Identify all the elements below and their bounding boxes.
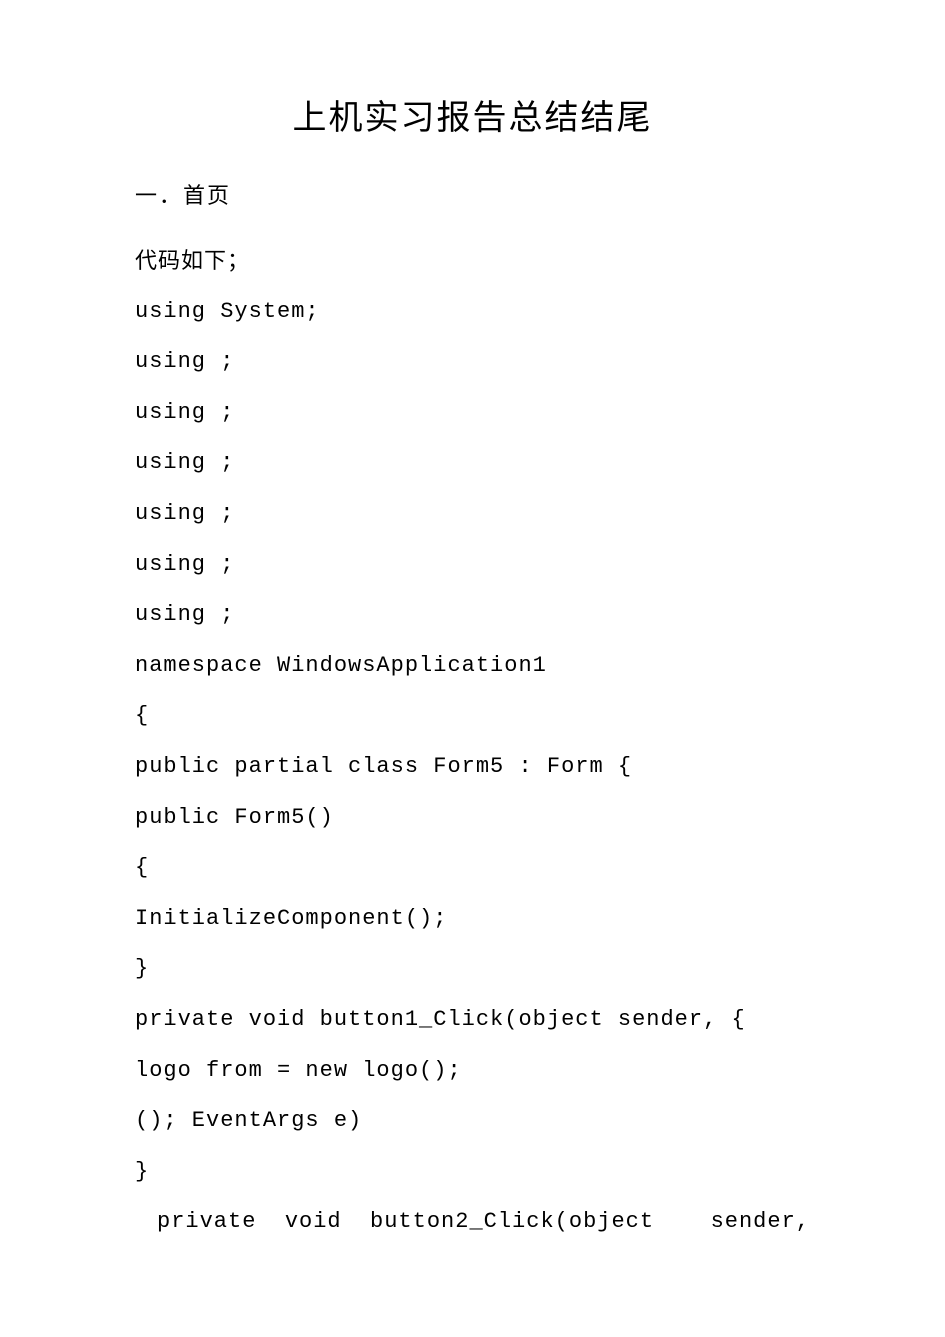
code-line: using ; — [135, 337, 810, 388]
code-line: (); EventArgs e) — [135, 1096, 810, 1147]
code-line: } — [135, 944, 810, 995]
code-line: using ; — [135, 489, 810, 540]
code-line: public partial class Form5 : Form { — [135, 742, 810, 793]
code-line: using ; — [135, 388, 810, 439]
code-text-left: private void button2_Click(object — [157, 1197, 654, 1248]
code-line: } — [135, 1147, 810, 1198]
code-line: { — [135, 843, 810, 894]
code-line: logo from = new logo(); — [135, 1046, 810, 1097]
section-heading: 一．首页 — [135, 179, 810, 212]
code-line: public Form5() — [135, 793, 810, 844]
code-line: using ; — [135, 590, 810, 641]
code-line: 代码如下； — [135, 236, 810, 287]
code-line: InitializeComponent(); — [135, 894, 810, 945]
code-line: using ; — [135, 540, 810, 591]
code-line: using System; — [135, 287, 810, 338]
code-line: using ; — [135, 438, 810, 489]
code-line: namespace WindowsApplication1 — [135, 641, 810, 692]
code-text-right: sender, — [711, 1197, 810, 1248]
code-line: private void button1_Click(object sender… — [135, 995, 810, 1046]
code-line: { — [135, 691, 810, 742]
code-line: private void button2_Click(object sender… — [135, 1197, 810, 1248]
document-title: 上机实习报告总结结尾 — [135, 90, 810, 139]
